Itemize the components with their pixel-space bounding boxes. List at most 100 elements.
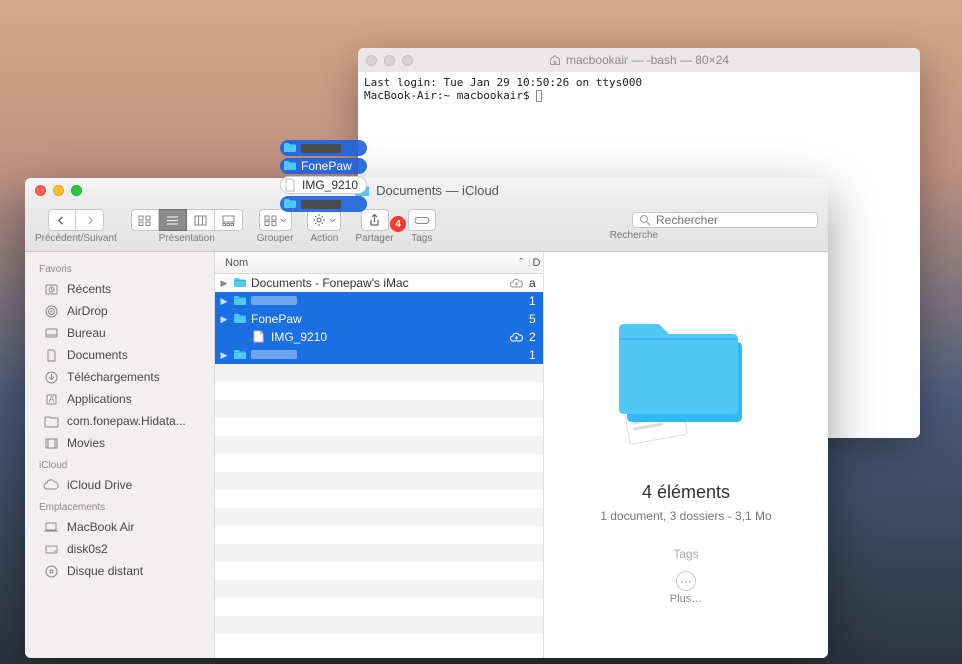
preview-subtitle: 1 document, 3 dossiers - 3,1 Mo: [600, 509, 771, 523]
sidebar-item-hidata[interactable]: com.fonepaw.Hidata...: [25, 410, 214, 432]
share-button[interactable]: [361, 209, 389, 231]
column-name[interactable]: Nomˆ: [215, 257, 529, 269]
sidebar-item-documents[interactable]: Documents: [25, 344, 214, 366]
folder-icon: [233, 348, 247, 362]
row-trail: 1: [529, 294, 543, 308]
sidebar-item-movies[interactable]: Movies: [25, 432, 214, 454]
view-gallery-button[interactable]: [215, 209, 243, 231]
sidebar-item-label: Disque distant: [67, 564, 143, 578]
table-row-empty: [215, 562, 543, 580]
table-row[interactable]: ▶1: [215, 346, 543, 364]
view-icons-button[interactable]: [131, 209, 159, 231]
back-button[interactable]: [48, 209, 76, 231]
chevron-down-icon: [280, 218, 287, 223]
finder-body: Favoris Récents AirDrop Bureau Documents…: [25, 252, 828, 658]
table-row-empty: [215, 364, 543, 382]
sidebar-item-macbookair[interactable]: MacBook Air: [25, 516, 214, 538]
list-header[interactable]: Nomˆ D: [215, 252, 543, 274]
terminal-title-text: macbookair — -bash — 80×24: [566, 53, 729, 67]
traffic-close-icon[interactable]: [366, 55, 377, 66]
file-name: IMG_9210: [271, 330, 503, 344]
traffic-zoom-icon[interactable]: [402, 55, 413, 66]
sidebar-item-remote-disc[interactable]: Disque distant: [25, 560, 214, 582]
sidebar-item-label: Applications: [67, 392, 132, 406]
traffic-zoom-icon[interactable]: [71, 185, 82, 196]
sidebar-item-desktop[interactable]: Bureau: [25, 322, 214, 344]
tag-icon: [414, 215, 430, 226]
traffic-minimize-icon[interactable]: [384, 55, 395, 66]
table-row-empty: [215, 544, 543, 562]
sidebar-item-label: iCloud Drive: [67, 478, 132, 492]
row-trail: 2: [529, 330, 543, 344]
sidebar-item-label: Récents: [67, 282, 111, 296]
cloud-icon: [43, 477, 59, 493]
clock-icon: [43, 281, 59, 297]
view-list-button[interactable]: [159, 209, 187, 231]
table-row-empty: [215, 382, 543, 400]
document-icon: [43, 347, 59, 363]
document-icon: [253, 330, 267, 344]
terminal-traffic-lights[interactable]: [366, 55, 413, 66]
sidebar-section-locations: Emplacements: [25, 496, 214, 516]
sidebar-item-downloads[interactable]: Téléchargements: [25, 366, 214, 388]
terminal-body[interactable]: Last login: Tue Jan 29 10:50:26 on ttys0…: [358, 72, 920, 106]
disclosure-triangle-icon[interactable]: ▶: [219, 278, 229, 289]
sidebar-item-recents[interactable]: Récents: [25, 278, 214, 300]
sidebar-item-airdrop[interactable]: AirDrop: [25, 300, 214, 322]
traffic-minimize-icon[interactable]: [53, 185, 64, 196]
search-group: Recherche: [450, 212, 818, 241]
sidebar-item-disk0s2[interactable]: disk0s2: [25, 538, 214, 560]
search-input[interactable]: [656, 213, 811, 227]
disclosure-triangle-icon[interactable]: ▶: [219, 350, 229, 361]
share-group: Partager: [355, 209, 393, 244]
folder-icon: [233, 312, 247, 326]
search-label: Recherche: [610, 230, 658, 241]
table-row-empty: [215, 598, 543, 616]
sidebar-section-favoris: Favoris: [25, 258, 214, 278]
table-row[interactable]: IMG_9210 2: [215, 328, 543, 346]
action-button[interactable]: [307, 209, 341, 231]
sidebar-item-applications[interactable]: A Applications: [25, 388, 214, 410]
chevron-down-icon: [329, 218, 336, 223]
movie-icon: [43, 435, 59, 451]
applications-icon: A: [43, 391, 59, 407]
finder-title: Documents — iCloud: [354, 183, 499, 198]
cloud-download-icon[interactable]: [507, 278, 525, 289]
table-row-empty: [215, 526, 543, 544]
group-button[interactable]: [259, 209, 292, 231]
folder-icon: [43, 413, 59, 429]
cloud-download-icon[interactable]: [507, 332, 525, 343]
table-row[interactable]: ▶FonePaw5: [215, 310, 543, 328]
share-label: Partager: [355, 233, 393, 244]
traffic-close-icon[interactable]: [35, 185, 46, 196]
sidebar-item-label: Movies: [67, 436, 105, 450]
terminal-titlebar[interactable]: macbookair — -bash — 80×24: [358, 48, 920, 72]
laptop-icon: [43, 519, 59, 535]
folder-icon: [283, 141, 297, 155]
file-name: [251, 348, 503, 362]
finder-titlebar[interactable]: Documents — iCloud: [25, 178, 828, 202]
file-rows[interactable]: ▶Documents - Fonepaw's iMaca▶1▶FonePaw5I…: [215, 274, 543, 658]
view-columns-button[interactable]: [187, 209, 215, 231]
file-name: Documents - Fonepaw's iMac: [251, 276, 503, 290]
disc-icon: [43, 563, 59, 579]
search-icon: [639, 214, 651, 226]
preview-thumbnail: [601, 280, 771, 460]
search-input-wrapper[interactable]: [632, 212, 818, 228]
preview-more[interactable]: ⋯ Plus…: [670, 571, 702, 605]
table-row[interactable]: ▶Documents - Fonepaw's iMaca: [215, 274, 543, 292]
table-row-empty: [215, 418, 543, 436]
folder-icon: [354, 183, 370, 197]
table-row[interactable]: ▶1: [215, 292, 543, 310]
column-date[interactable]: D: [529, 257, 543, 269]
forward-button[interactable]: [76, 209, 104, 231]
tags-button[interactable]: [408, 209, 436, 231]
tags-group: Tags: [408, 209, 436, 244]
table-row-empty: [215, 580, 543, 598]
disclosure-triangle-icon[interactable]: ▶: [219, 314, 229, 325]
finder-traffic-lights[interactable]: [35, 185, 82, 196]
sidebar-item-icloud-drive[interactable]: iCloud Drive: [25, 474, 214, 496]
disclosure-triangle-icon[interactable]: ▶: [219, 296, 229, 307]
ellipsis-icon[interactable]: ⋯: [676, 571, 696, 591]
home-icon: [549, 54, 561, 66]
